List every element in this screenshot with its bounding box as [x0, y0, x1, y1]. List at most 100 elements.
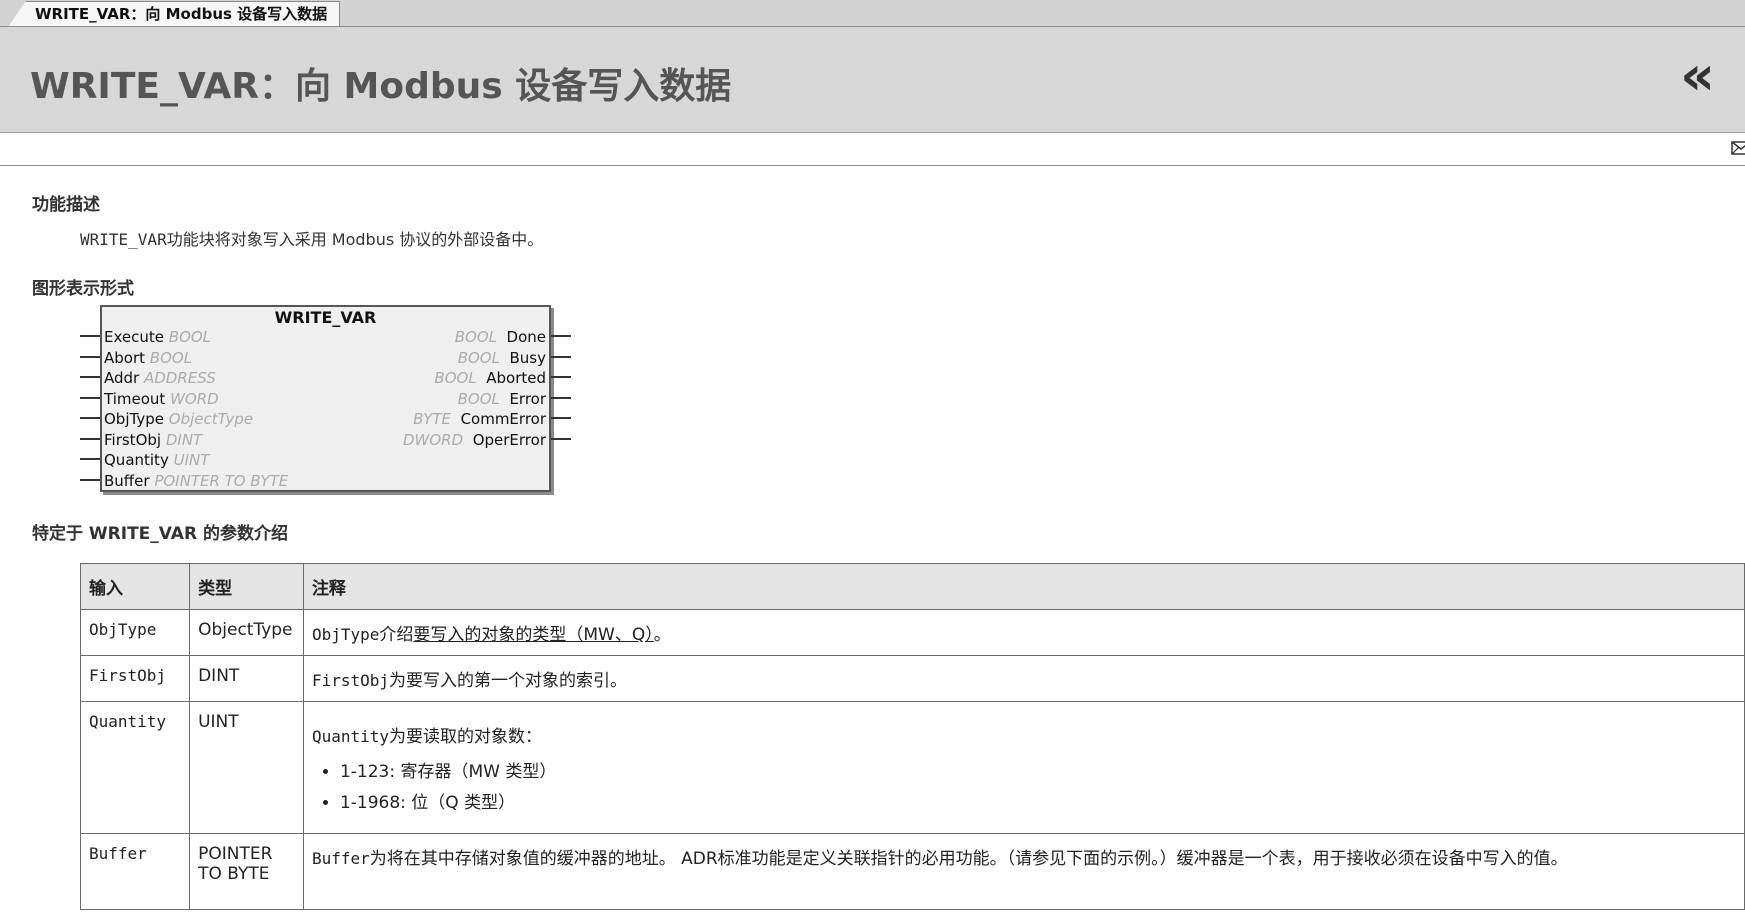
table-row: Quantity UINT Quantity为要读取的对象数： 1-123: 寄… — [79, 701, 1745, 834]
fb-output-aborted: BOOL Aborted — [434, 368, 546, 388]
fb-output-opererror: DWORD OperError — [403, 430, 546, 450]
pin-name: Busy — [509, 348, 547, 367]
fb-output-done: BOOL Done — [455, 327, 546, 347]
pin-name: Buffer — [104, 471, 150, 490]
cell-note: Quantity为要读取的对象数： 1-123: 寄存器（MW 类型） 1-19… — [302, 701, 1745, 834]
tab-write-var[interactable]: WRITE_VAR：向 Modbus 设备写入数据 — [8, 1, 341, 27]
pin-name: Addr — [104, 369, 140, 387]
quantity-range-list: 1-123: 寄存器（MW 类型） 1-1968: 位（Q 类型） — [312, 757, 1736, 813]
table-row: Buffer POINTER TO BYTE Buffer为将在其中存储对象值的… — [79, 833, 1745, 910]
fb-input-firstobj: FirstObj DINT — [104, 430, 202, 450]
fb-input-buffer: Buffer POINTER TO BYTE — [104, 471, 288, 491]
fb-output-commerror: BYTE CommError — [413, 409, 546, 429]
cell-note: ObjType介绍要写入的对象的类型（MW、Q）。 — [302, 609, 1745, 656]
toolbar-row — [0, 133, 1745, 166]
function-block-diagram: WRITE_VAR Execute BOOL Abort BOOL Addr A… — [100, 305, 551, 492]
input-wire — [80, 458, 100, 460]
fb-output-busy: BOOL Busy — [458, 348, 546, 368]
note-text: 为要写入的第一个对象的索引。 — [389, 671, 627, 691]
cell-input: Buffer — [79, 833, 191, 910]
note-param: Buffer — [311, 849, 370, 868]
cell-input: Quantity — [79, 701, 191, 834]
cell-input: FirstObj — [79, 655, 191, 702]
pin-name: Timeout — [104, 389, 166, 408]
input-wire — [80, 478, 100, 481]
cell-type: POINTER TO BYTE — [189, 833, 304, 910]
note-text: 为要读取的对象数： — [389, 727, 542, 747]
output-wire — [551, 335, 571, 337]
pin-name: Error — [509, 389, 546, 408]
input-wire — [80, 417, 100, 419]
pin-name: Quantity — [104, 451, 169, 469]
table-row: ObjType ObjectType ObjType介绍要写入的对象的类型（MW… — [79, 609, 1745, 656]
pin-name: Abort — [104, 348, 146, 367]
pin-type: BOOL — [149, 348, 193, 367]
input-wire — [80, 355, 100, 358]
list-item: 1-1968: 位（Q 类型） — [340, 788, 1736, 813]
graphical-representation-heading: 图形表示形式 — [32, 279, 134, 299]
table-header-row: 输入 类型 注释 — [79, 563, 1745, 610]
cell-type: ObjectType — [189, 609, 304, 656]
fb-input-objtype: ObjType ObjectType — [104, 409, 253, 429]
table-row: FirstObj DINT FirstObj为要写入的第一个对象的索引。 — [79, 655, 1745, 702]
note-param: Quantity — [311, 727, 389, 746]
param-name: Buffer — [89, 844, 147, 863]
pin-type: BYTE — [413, 410, 452, 428]
note-param: FirstObj — [311, 671, 389, 690]
cell-input: ObjType — [79, 609, 191, 656]
pin-type: BOOL — [457, 389, 500, 408]
collapse-icon[interactable]: « — [1680, 49, 1715, 103]
param-name: FirstObj — [89, 666, 167, 685]
output-wire — [551, 396, 571, 399]
pin-name: OperError — [472, 430, 546, 449]
fb-input-addr: Addr ADDRESS — [104, 368, 216, 388]
column-header-input: 输入 — [79, 563, 191, 610]
pin-name: Done — [506, 328, 546, 346]
pin-name: FirstObj — [104, 430, 162, 449]
function-name-mono: WRITE_VAR — [80, 230, 167, 249]
page-header: WRITE_VAR：向 Modbus 设备写入数据 « — [0, 27, 1745, 133]
email-icon[interactable] — [1731, 141, 1745, 155]
pin-type: ADDRESS — [144, 369, 216, 387]
function-description-rest: 功能块将对象写入采用 Modbus 协议的外部设备中。 — [166, 230, 544, 249]
pin-name: Aborted — [486, 369, 546, 387]
note-suffix: 。 — [653, 625, 671, 645]
column-header-type: 类型 — [189, 563, 304, 610]
output-wire — [551, 417, 571, 419]
pin-name: ObjType — [104, 410, 164, 428]
input-wire — [80, 376, 100, 378]
fb-input-abort: Abort BOOL — [104, 348, 192, 368]
param-name: Quantity — [89, 712, 167, 731]
output-wire — [551, 437, 571, 440]
column-header-note: 注释 — [302, 563, 1745, 610]
function-block-name: WRITE_VAR — [274, 308, 377, 327]
cell-type: UINT — [189, 701, 304, 834]
fb-output-error: BOOL Error — [458, 389, 546, 409]
pin-name: Execute — [104, 328, 164, 346]
function-description-text: WRITE_VAR功能块将对象写入采用 Modbus 协议的外部设备中。 — [80, 226, 543, 250]
pin-type: ObjectType — [168, 410, 254, 428]
fb-input-timeout: Timeout WORD — [104, 389, 219, 409]
parameters-heading: 特定于 WRITE_VAR 的参数介绍 — [32, 524, 288, 544]
tab-strip: WRITE_VAR：向 Modbus 设备写入数据 — [0, 0, 1745, 27]
pin-type: BOOL — [168, 328, 212, 346]
pin-type: BOOL — [434, 369, 477, 387]
cell-note: Buffer为将在其中存储对象值的缓冲器的地址。 ADR标准功能是定义关联指针的… — [302, 833, 1745, 910]
note-param: ObjType — [311, 625, 380, 644]
page-title: WRITE_VAR：向 Modbus 设备写入数据 — [30, 66, 732, 107]
pin-type: DINT — [165, 430, 203, 449]
objtype-link[interactable]: 要写入的对象的类型（MW、Q） — [413, 625, 653, 645]
cell-type: DINT — [189, 655, 304, 702]
pin-type: BOOL — [454, 328, 497, 346]
pin-type: UINT — [173, 451, 210, 469]
pin-type: WORD — [170, 389, 219, 408]
note-prefix: 介绍 — [379, 625, 414, 645]
parameters-table: 输入 类型 注释 ObjType ObjectType ObjType介绍要写入… — [79, 563, 1745, 910]
pin-type: BOOL — [457, 348, 500, 367]
input-wire — [80, 335, 100, 337]
cell-note: FirstObj为要写入的第一个对象的索引。 — [302, 655, 1745, 702]
fb-input-quantity: Quantity UINT — [104, 450, 209, 470]
pin-name: CommError — [460, 410, 546, 428]
note-text: 为将在其中存储对象值的缓冲器的地址。 ADR标准功能是定义关联指针的必用功能。（… — [369, 849, 1568, 869]
input-wire — [80, 396, 100, 399]
